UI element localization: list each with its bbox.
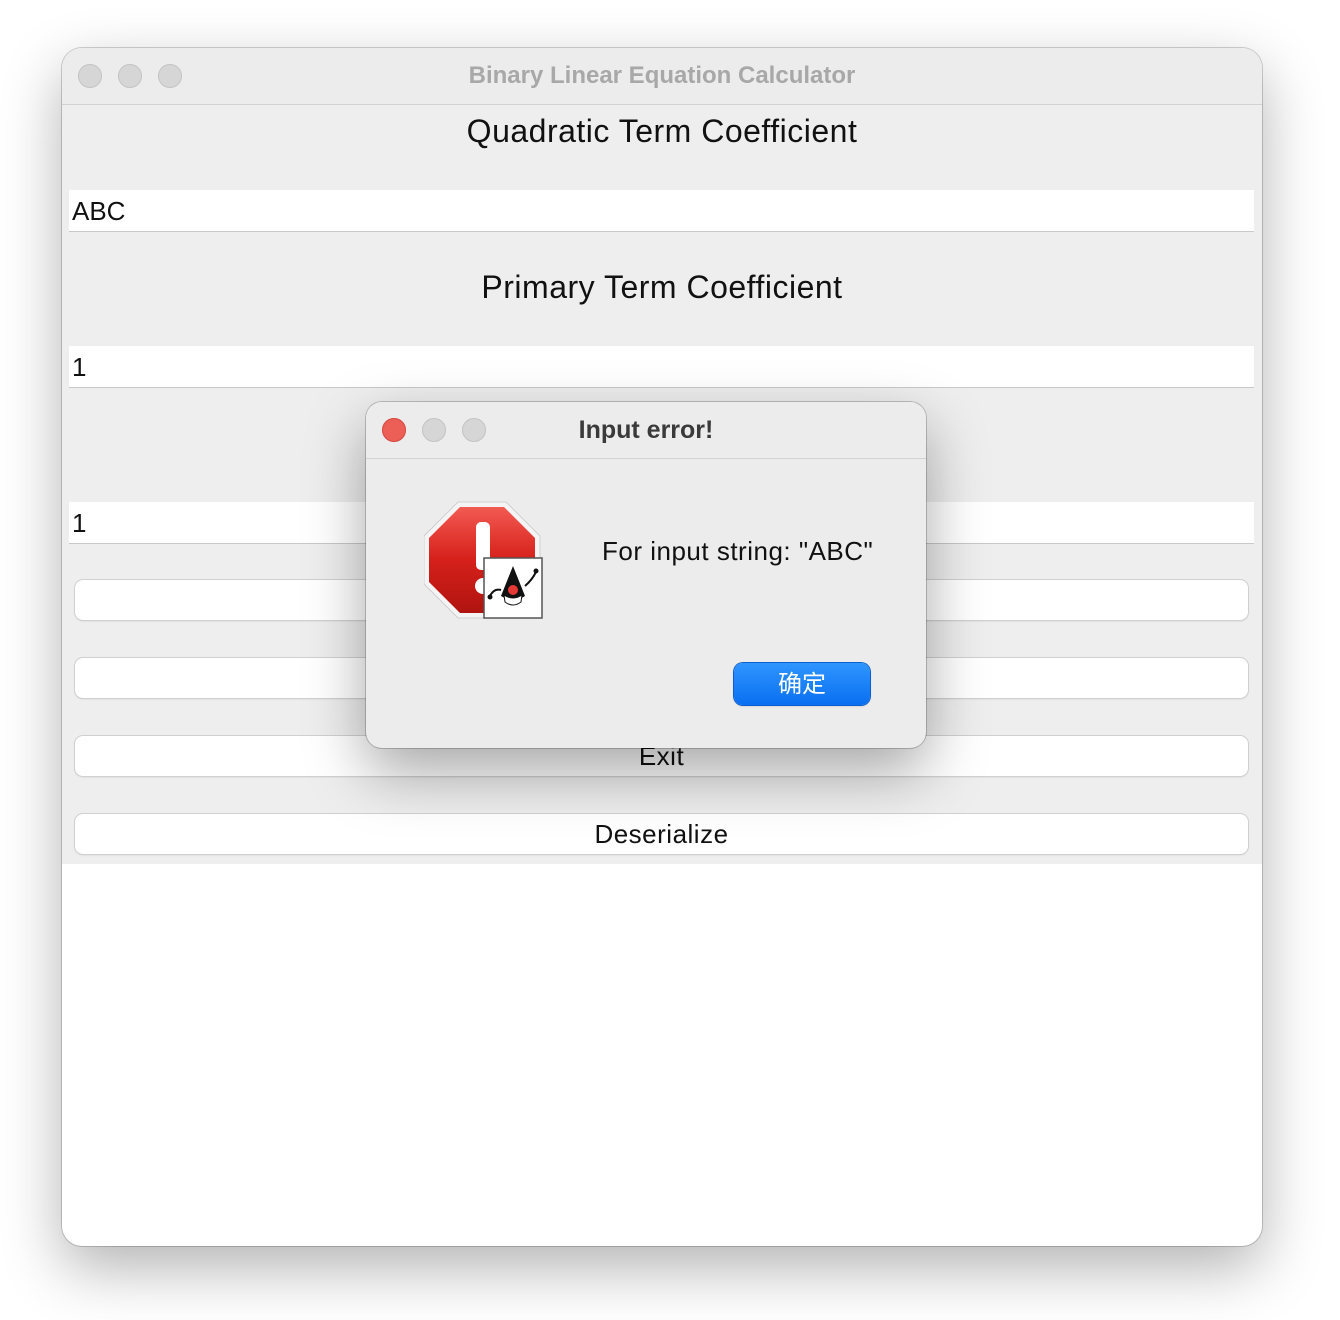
window-titlebar[interactable]: Binary Linear Equation Calculator <box>62 48 1262 105</box>
deserialize-button[interactable]: Deserialize <box>75 814 1248 854</box>
input-error-dialog: Input error! For input string: "ABC" 确定 <box>366 402 926 748</box>
primary-term-label: Primary Term Coefficient <box>481 269 843 305</box>
error-stop-sign-icon <box>423 500 546 622</box>
dialog-titlebar[interactable]: Input error! <box>366 402 926 459</box>
primary-term-input[interactable]: 1 <box>69 346 1254 388</box>
error-message: For input string: "ABC" <box>602 536 874 566</box>
quadratic-term-label: Quadratic Term Coefficient <box>466 113 858 149</box>
ok-button[interactable]: 确定 <box>734 663 870 705</box>
window-title: Binary Linear Equation Calculator <box>468 62 856 89</box>
quadratic-term-input[interactable]: ABC <box>69 190 1254 232</box>
dialog-title: Input error! <box>578 416 714 444</box>
java-duke-badge-icon <box>483 557 543 619</box>
